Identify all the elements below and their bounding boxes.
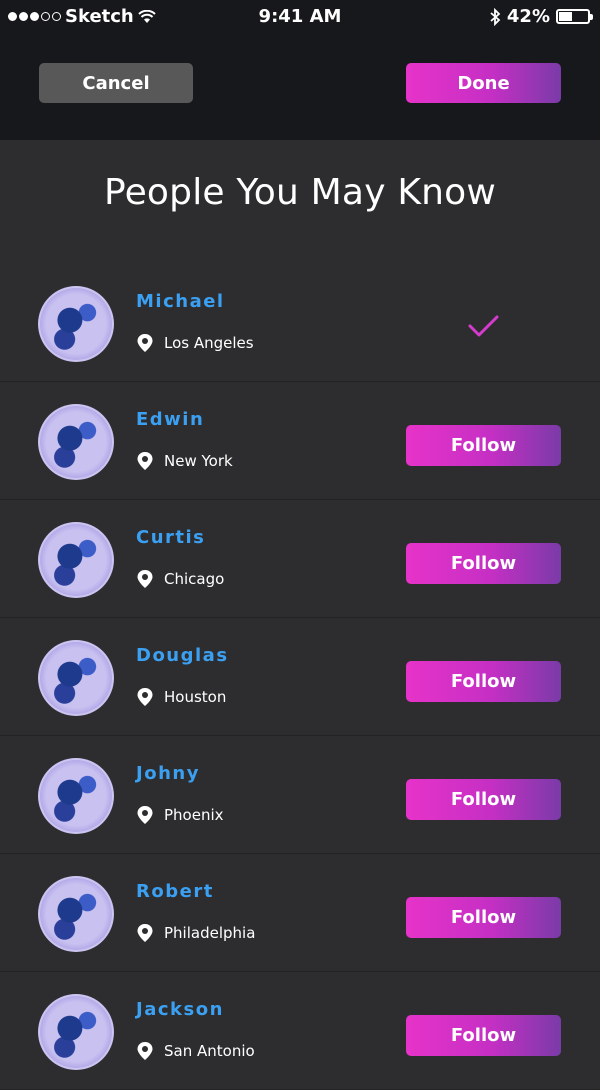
location-label: Los Angeles [164, 334, 254, 352]
battery-icon [556, 9, 593, 24]
avatar [38, 758, 114, 834]
location-label: Houston [164, 688, 227, 706]
follow-button[interactable]: Follow [406, 425, 561, 466]
battery-percent: 42% [506, 6, 550, 27]
person-location: Phoenix [136, 805, 224, 825]
bluetooth-icon [490, 7, 501, 26]
person-location: San Antonio [136, 1041, 255, 1061]
avatar [38, 286, 114, 362]
location-label: Chicago [164, 570, 225, 588]
location-label: New York [164, 452, 233, 470]
location-label: San Antonio [164, 1042, 255, 1060]
list-item: Edwin New York Follow [0, 382, 600, 500]
people-list: Michael Los Angeles Edwin New York Follo… [0, 264, 600, 1090]
follow-button[interactable]: Follow [406, 897, 561, 938]
top-bar: Sketch 9:41 AM 42% Cancel Done [0, 0, 600, 140]
checkmark-icon[interactable] [466, 312, 500, 340]
person-location: Philadelphia [136, 923, 255, 943]
location-pin-icon [137, 1042, 153, 1060]
location-pin-icon [137, 570, 153, 588]
person-name: Michael [136, 291, 225, 312]
person-location: Houston [136, 687, 226, 707]
avatar [38, 522, 114, 598]
person-location: Chicago [136, 569, 224, 589]
list-item: Curtis Chicago Follow [0, 500, 600, 618]
avatar [38, 640, 114, 716]
follow-button[interactable]: Follow [406, 543, 561, 584]
location-pin-icon [137, 452, 153, 470]
avatar [38, 876, 114, 952]
location-pin-icon [137, 334, 153, 352]
follow-button[interactable]: Follow [406, 661, 561, 702]
person-location: Los Angeles [136, 333, 254, 353]
follow-button[interactable]: Follow [406, 779, 561, 820]
location-pin-icon [137, 924, 153, 942]
avatar [38, 404, 114, 480]
person-name: Edwin [136, 409, 205, 430]
list-item: Johny Phoenix Follow [0, 736, 600, 854]
avatar [38, 994, 114, 1070]
page-title: People You May Know [103, 172, 497, 213]
list-item: Michael Los Angeles [0, 264, 600, 382]
follow-button[interactable]: Follow [406, 1015, 561, 1056]
list-item: Jackson San Antonio Follow [0, 972, 600, 1090]
person-name: Curtis [136, 527, 206, 548]
location-pin-icon [137, 688, 153, 706]
person-name: Douglas [136, 645, 229, 666]
person-name: Jackson [136, 999, 224, 1020]
list-item: Robert Philadelphia Follow [0, 854, 600, 972]
list-item: Douglas Houston Follow [0, 618, 600, 736]
location-pin-icon [137, 806, 153, 824]
cancel-button[interactable]: Cancel [39, 63, 193, 103]
person-name: Johny [136, 763, 200, 784]
status-right: 42% [489, 6, 593, 27]
person-name: Robert [136, 881, 214, 902]
done-button[interactable]: Done [406, 63, 561, 103]
location-label: Philadelphia [164, 924, 256, 942]
person-location: New York [136, 451, 233, 471]
location-label: Phoenix [164, 806, 224, 824]
status-bar: Sketch 9:41 AM 42% [0, 0, 600, 34]
